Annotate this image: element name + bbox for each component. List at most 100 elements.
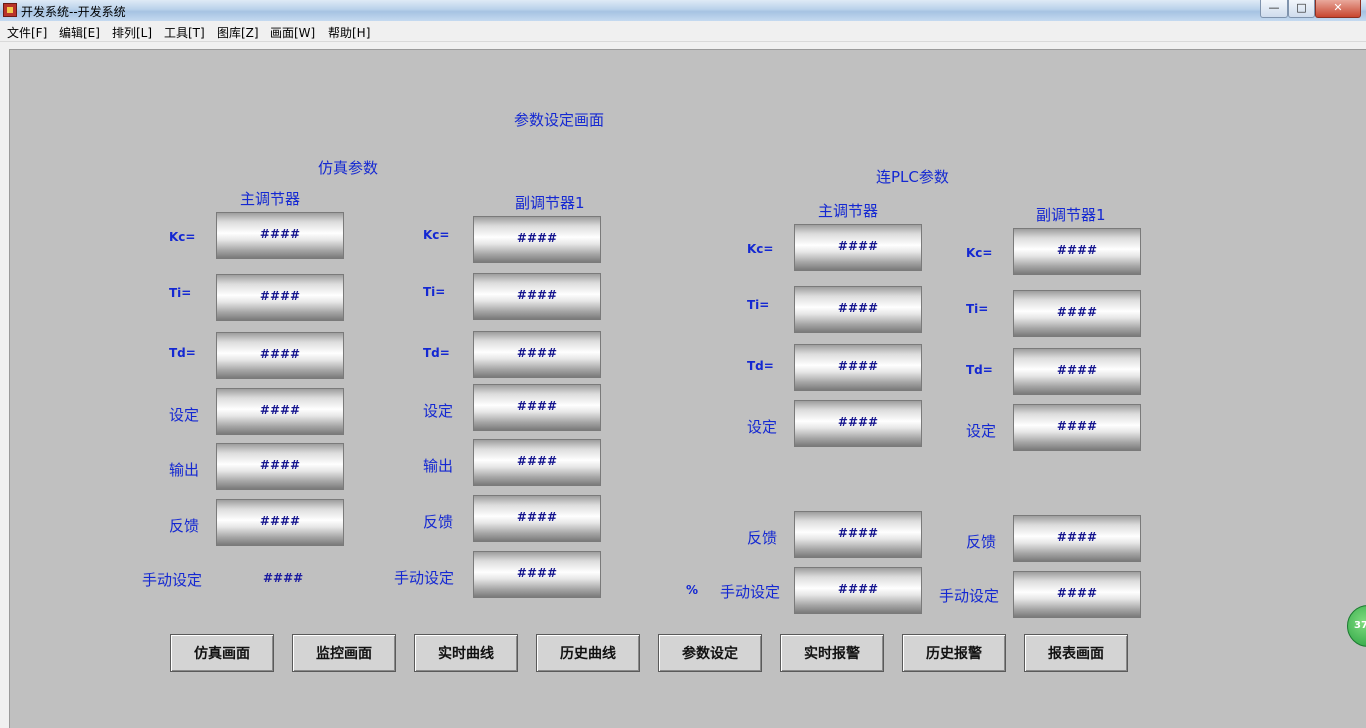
sim-main-td-field[interactable]: #### [216,332,344,379]
menu-gallery[interactable]: 图库[Z] [217,24,259,41]
plc-main-setpoint-field[interactable]: #### [794,400,922,447]
plc-sub-feedback-field[interactable]: #### [1013,515,1141,562]
sim-main-setpoint-field[interactable]: #### [216,388,344,435]
menu-file[interactable]: 文件[F] [7,24,47,41]
screen-canvas [9,49,1366,728]
page-title: 参数设定画面 [514,111,605,129]
sim-sub-setpoint-label: 设定 [423,402,454,420]
sim-sub-output-field[interactable]: #### [473,439,601,486]
plc-main-kc-value: #### [837,239,879,253]
nav-report-button[interactable]: 报表画面 [1024,634,1128,672]
sim-main-manual-value[interactable]: #### [263,571,303,585]
sim-sub-kc-value: #### [516,231,558,245]
close-button[interactable]: ✕ [1315,0,1361,18]
plc-main-percent-label: % [686,583,699,597]
nav-realtime-curve-button[interactable]: 实时曲线 [414,634,518,672]
sim-sub-ti-label: Ti= [423,285,446,299]
menu-arrange[interactable]: 排列[L] [112,24,152,41]
sim-sub-td-value: #### [516,346,558,360]
plc-sub-manual-field[interactable]: #### [1013,571,1141,618]
sim-main-kc-field[interactable]: #### [216,212,344,259]
menu-tools[interactable]: 工具[T] [164,24,205,41]
sim-sub-output-value: #### [516,454,558,468]
plc-main-setpoint-value: #### [837,415,879,429]
plc-main-feedback-label: 反馈 [747,529,778,547]
plc-sub-kc-label: Kc= [966,246,993,260]
sim-sub-feedback-value: #### [516,510,558,524]
plc-main-kc-label: Kc= [747,242,774,256]
sim-main-setpoint-value: #### [259,403,301,417]
sim-main-heading: 主调节器 [240,190,301,208]
plc-main-td-field[interactable]: #### [794,344,922,391]
sim-section-title: 仿真参数 [318,159,379,177]
sim-main-output-label: 输出 [169,461,200,479]
sim-main-td-label: Td= [169,346,196,360]
menu-edit[interactable]: 编辑[E] [59,24,100,41]
nav-simulation-button[interactable]: 仿真画面 [170,634,274,672]
plc-sub-ti-field[interactable]: #### [1013,290,1141,337]
sim-sub-td-field[interactable]: #### [473,331,601,378]
maximize-button[interactable]: □ [1288,0,1315,18]
plc-sub-td-field[interactable]: #### [1013,348,1141,395]
sim-sub-td-label: Td= [423,346,450,360]
plc-sub-ti-label: Ti= [966,302,989,316]
sim-main-output-field[interactable]: #### [216,443,344,490]
minimize-button[interactable]: — [1260,0,1288,18]
sim-sub-setpoint-field[interactable]: #### [473,384,601,431]
plc-sub-heading: 副调节器1 [1036,206,1106,224]
nav-param-settings-button[interactable]: 参数设定 [658,634,762,672]
plc-sub-setpoint-field[interactable]: #### [1013,404,1141,451]
sim-main-ti-label: Ti= [169,286,192,300]
sim-main-ti-value: #### [259,289,301,303]
sim-sub-output-label: 输出 [423,457,454,475]
plc-main-setpoint-label: 设定 [747,418,778,436]
plc-sub-setpoint-label: 设定 [966,422,997,440]
plc-main-manual-label: 手动设定 [720,583,781,601]
sim-sub-manual-value: #### [516,566,558,580]
menu-bar: 文件[F] 编辑[E] 排列[L] 工具[T] 图库[Z] 画面[W] 帮助[H… [0,21,1366,42]
plc-main-td-label: Td= [747,359,774,373]
sim-main-feedback-label: 反馈 [169,517,200,535]
sim-main-output-value: #### [259,458,301,472]
plc-sub-feedback-value: #### [1056,530,1098,544]
nav-monitor-button[interactable]: 监控画面 [292,634,396,672]
plc-sub-feedback-label: 反馈 [966,533,997,551]
sim-main-kc-label: Kc= [169,230,196,244]
sim-sub-manual-label: 手动设定 [394,569,455,587]
sim-sub-manual-field[interactable]: #### [473,551,601,598]
nav-history-curve-button[interactable]: 历史曲线 [536,634,640,672]
plc-sub-td-value: #### [1056,363,1098,377]
sim-sub-feedback-field[interactable]: #### [473,495,601,542]
plc-sub-ti-value: #### [1056,305,1098,319]
plc-main-kc-field[interactable]: #### [794,224,922,271]
sim-sub-ti-value: #### [516,288,558,302]
sim-main-feedback-value: #### [259,514,301,528]
sim-main-feedback-field[interactable]: #### [216,499,344,546]
plc-sub-kc-field[interactable]: #### [1013,228,1141,275]
sim-main-td-value: #### [259,347,301,361]
plc-main-feedback-field[interactable]: #### [794,511,922,558]
plc-main-ti-value: #### [837,301,879,315]
nav-realtime-alarm-button[interactable]: 实时报警 [780,634,884,672]
sim-main-ti-field[interactable]: #### [216,274,344,321]
menu-help[interactable]: 帮助[H] [328,24,370,41]
plc-main-ti-field[interactable]: #### [794,286,922,333]
sim-main-manual-label: 手动设定 [142,571,203,589]
title-bar: 开发系统--开发系统 — □ ✕ [0,0,1366,21]
window-title: 开发系统--开发系统 [21,5,126,19]
plc-main-ti-label: Ti= [747,298,770,312]
plc-sub-td-label: Td= [966,363,993,377]
nav-history-alarm-button[interactable]: 历史报警 [902,634,1006,672]
plc-main-td-value: #### [837,359,879,373]
sim-main-setpoint-label: 设定 [169,406,200,424]
sim-sub-feedback-label: 反馈 [423,513,454,531]
plc-sub-setpoint-value: #### [1056,419,1098,433]
sim-main-kc-value: #### [259,227,301,241]
sim-sub-kc-field[interactable]: #### [473,216,601,263]
sim-sub-ti-field[interactable]: #### [473,273,601,320]
menu-screen[interactable]: 画面[W] [270,24,315,41]
plc-main-heading: 主调节器 [818,202,879,220]
plc-sub-manual-value: #### [1056,586,1098,600]
plc-sub-manual-label: 手动设定 [939,587,1000,605]
plc-main-manual-field[interactable]: #### [794,567,922,614]
